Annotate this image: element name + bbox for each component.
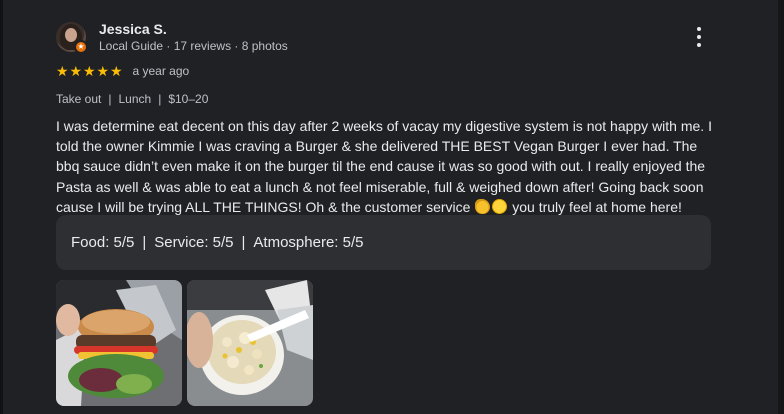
more-options-icon[interactable] — [691, 27, 707, 47]
subrating-separator: | — [241, 234, 246, 251]
subrating: Service: 5/5 — [154, 234, 234, 251]
review-tags: Take out | Lunch | $10–20 — [56, 92, 208, 106]
slightly-smiling-face-emoji — [492, 198, 508, 214]
star-icon: ★ — [83, 63, 96, 79]
subrating: Atmosphere: 5/5 — [253, 234, 364, 251]
review-photos — [56, 280, 318, 406]
star-rating: ★ ★ ★ ★ ★ — [56, 64, 124, 78]
subrating-separator: | — [142, 234, 147, 251]
star-icon: ★ — [69, 63, 83, 79]
review-date: a year ago — [132, 64, 190, 78]
review-tag: Take out — [56, 92, 102, 106]
author-meta: Local Guide · 17 reviews · 8 photos — [99, 38, 288, 53]
kebab-dot — [697, 43, 701, 47]
star-icon: ★ — [110, 63, 123, 79]
pasta-bowl-image — [187, 280, 313, 406]
author-name[interactable]: Jessica S. — [99, 21, 288, 38]
subratings-box: Food: 5/5 | Service: 5/5 | Atmosphere: 5/5 — [56, 215, 711, 270]
review-tag: $10–20 — [168, 92, 209, 106]
vegan-burger-image — [56, 280, 182, 406]
rating-row: ★ ★ ★ ★ ★ a year ago — [56, 64, 189, 78]
local-guide-badge-icon: ★ — [74, 40, 88, 54]
review-card: ★ Jessica S. Local Guide · 17 reviews · … — [0, 0, 784, 414]
review-tag: Lunch — [118, 92, 152, 106]
kebab-dot — [697, 27, 701, 31]
review-text: I was determine eat decent on this day a… — [56, 116, 716, 217]
ok-hand-emoji — [475, 198, 491, 214]
kebab-dot — [697, 35, 701, 39]
star-icon: ★ — [56, 63, 69, 79]
avatar-face — [65, 28, 77, 42]
subrating: Food: 5/5 — [71, 234, 135, 251]
avatar[interactable]: ★ — [56, 22, 88, 54]
tag-separator: | — [108, 92, 112, 106]
scrollbar-track[interactable] — [778, 0, 784, 414]
review-header: ★ Jessica S. Local Guide · 17 reviews · … — [56, 19, 288, 55]
review-text-part2: you truly feel at home here! — [512, 198, 682, 215]
star-icon: ★ — [96, 63, 110, 79]
pasta-bowl-photo[interactable] — [187, 280, 313, 406]
tag-separator: | — [158, 92, 162, 106]
author-info: Jessica S. Local Guide · 17 reviews · 8 … — [99, 21, 288, 54]
vegan-burger-photo[interactable] — [56, 280, 182, 406]
